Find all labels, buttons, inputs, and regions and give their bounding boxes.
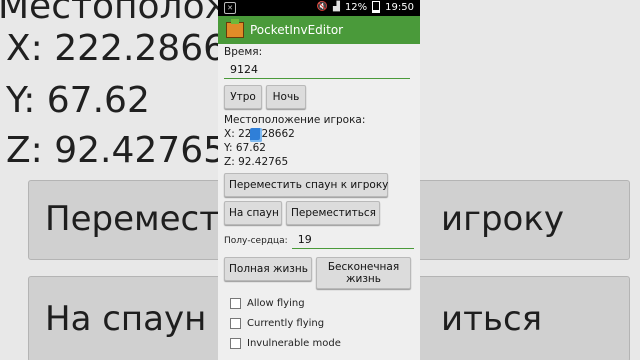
- allow-flying-checkbox[interactable]: [230, 297, 241, 309]
- time-label: Время:: [224, 46, 263, 58]
- night-button[interactable]: Ночь: [266, 85, 306, 109]
- z-coordinate: Z: 92.42765: [224, 156, 289, 168]
- half-hearts-input[interactable]: 19: [291, 233, 414, 249]
- signal-icon: ▟: [333, 2, 340, 12]
- app-title: PocketInvEditor: [250, 23, 344, 37]
- battery-percent: 12%: [344, 1, 368, 13]
- location-label: Местоположение игрока:: [224, 114, 366, 126]
- infinite-health-line2: жизнь: [346, 273, 381, 285]
- allow-flying-option[interactable]: Allow flying: [224, 293, 414, 313]
- invulnerable-mode-checkbox[interactable]: [230, 337, 241, 349]
- time-input[interactable]: 9124: [224, 58, 410, 79]
- bg-z-coord: Z: 92.42765: [6, 130, 227, 171]
- mute-icon: 🔇: [316, 2, 329, 12]
- bg-y-coord: Y: 67.62: [6, 80, 150, 121]
- allow-flying-label: Allow flying: [247, 297, 305, 309]
- action-bar: PocketInvEditor: [218, 16, 420, 44]
- currently-flying-checkbox[interactable]: [230, 317, 241, 329]
- app-logo-icon: [226, 19, 244, 38]
- infinite-health-line1: Бесконечная: [327, 261, 400, 273]
- invulnerable-mode-label: Invulnerable mode: [247, 337, 341, 349]
- cursor-cube-icon: [250, 128, 262, 142]
- full-health-button[interactable]: Полная жизнь: [224, 257, 312, 281]
- currently-flying-label: Currently flying: [247, 317, 325, 329]
- move-button[interactable]: Переместиться: [286, 201, 380, 225]
- close-box-icon: ✕: [224, 2, 236, 14]
- bg-x-coord: X: 222.28662: [6, 28, 249, 69]
- y-coordinate: Y: 67.62: [224, 142, 266, 154]
- battery-icon: [372, 1, 381, 13]
- bg-location-label: Местополож: [0, 0, 238, 27]
- clock: 19:50: [385, 1, 414, 13]
- status-bar: ✕ 🔇 ▟ 12% 19:50: [218, 0, 420, 16]
- morning-button[interactable]: Утро: [224, 85, 262, 109]
- phone-screen: ✕ 🔇 ▟ 12% 19:50 PocketInvEditor Время: 9…: [218, 0, 420, 360]
- move-spawn-to-player-button[interactable]: Переместить спаун к игроку: [224, 173, 388, 197]
- to-spawn-button[interactable]: На спаун: [224, 201, 282, 225]
- infinite-health-button[interactable]: Бесконечная жизнь: [316, 257, 411, 289]
- invulnerable-mode-option[interactable]: Invulnerable mode: [224, 333, 414, 353]
- currently-flying-option[interactable]: Currently flying: [224, 313, 414, 333]
- half-hearts-label: Полу-сердца:: [224, 236, 288, 246]
